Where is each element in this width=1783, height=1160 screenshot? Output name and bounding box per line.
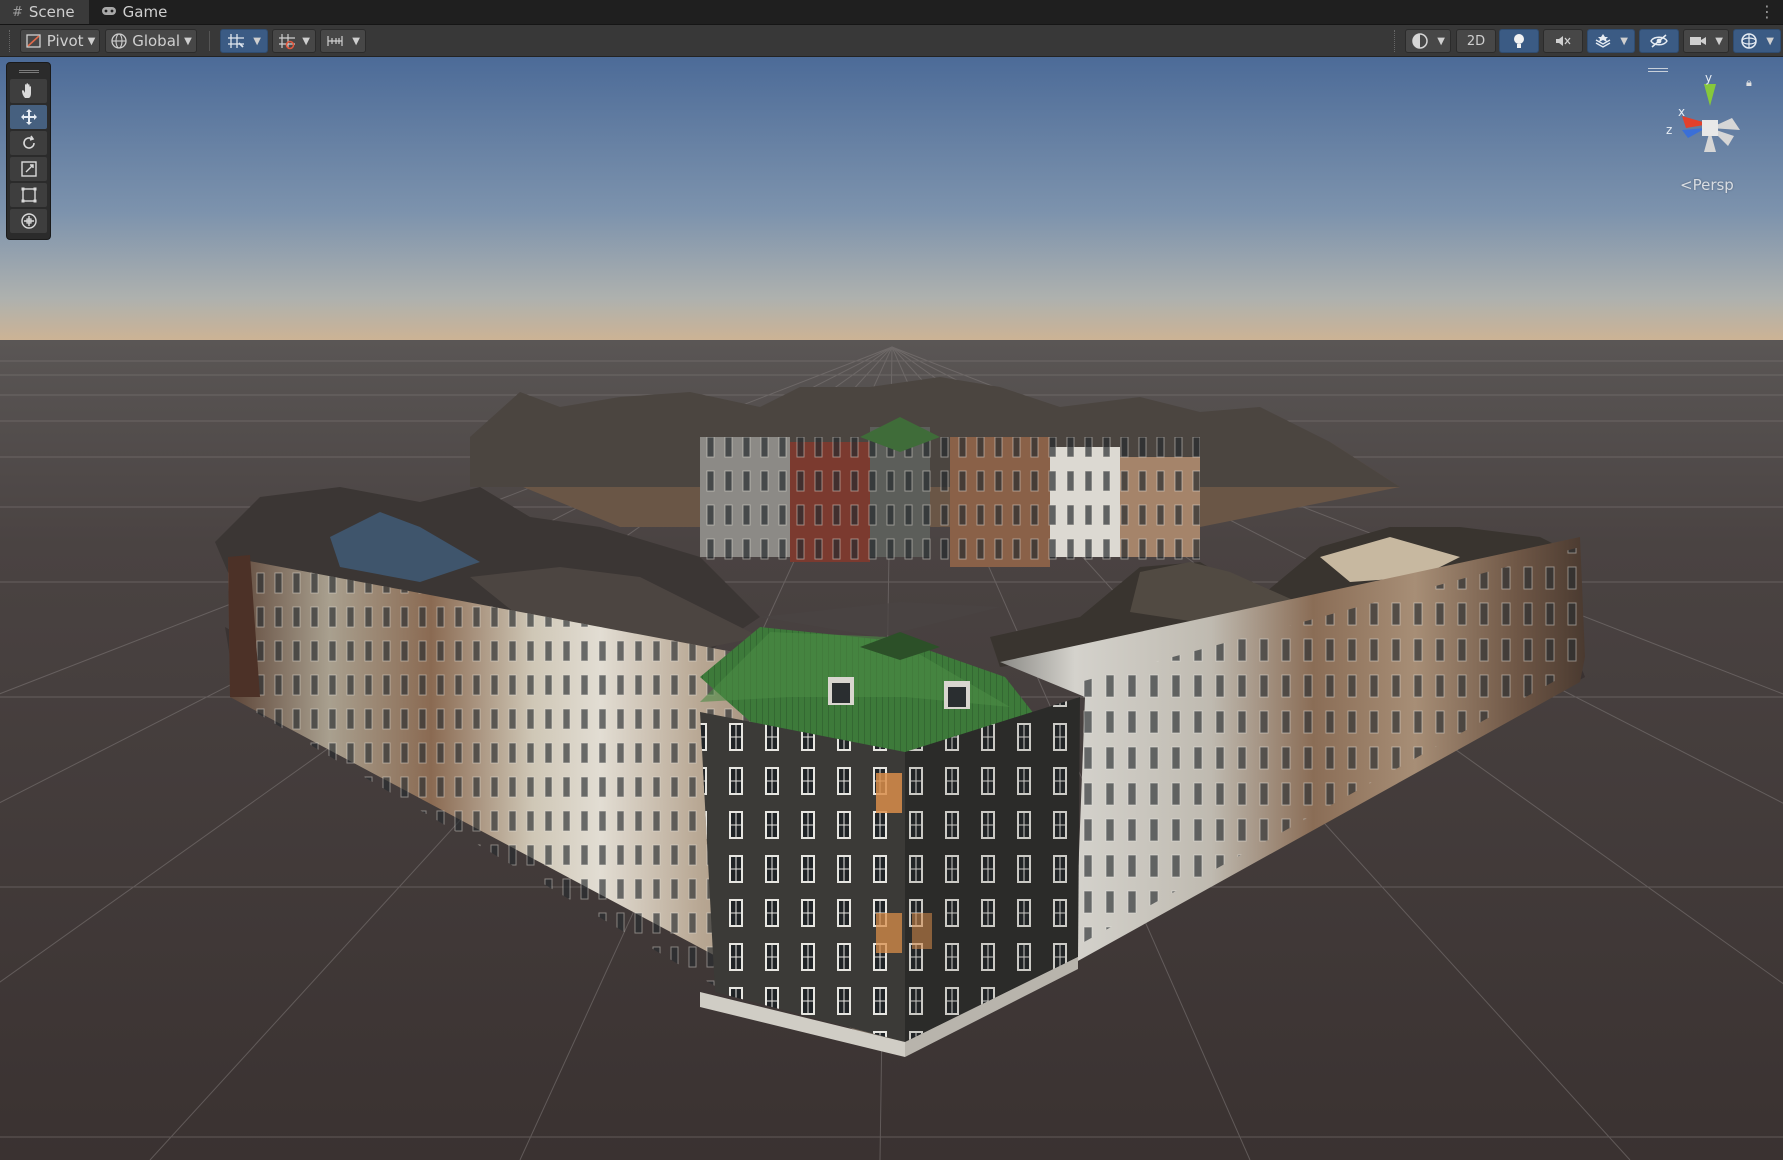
gizmo-center-cube[interactable] bbox=[1702, 120, 1718, 136]
transform-tool[interactable] bbox=[10, 209, 47, 233]
2d-mode-toggle[interactable]: 2D bbox=[1456, 29, 1496, 53]
move-tool[interactable] bbox=[10, 105, 47, 129]
lighting-toggle[interactable] bbox=[1499, 29, 1539, 53]
pivot-label: Pivot bbox=[46, 32, 84, 50]
effects-dropdown[interactable]: ▼ bbox=[1587, 29, 1635, 53]
global-dropdown[interactable]: Global ▼ bbox=[105, 29, 197, 53]
grid-ruler-icon bbox=[327, 36, 343, 46]
hash-icon: # bbox=[12, 4, 23, 20]
projection-toggle[interactable]: <Persp bbox=[1680, 176, 1734, 194]
transform-icon bbox=[20, 213, 37, 229]
speaker-muted-icon bbox=[1556, 36, 1571, 46]
rect-tool[interactable] bbox=[10, 183, 47, 207]
gizmos-dropdown[interactable]: ▼ bbox=[1733, 29, 1781, 53]
audio-toggle[interactable] bbox=[1543, 29, 1583, 53]
more-options-icon[interactable]: ⋮ bbox=[1759, 2, 1775, 21]
increment-snap-toggle[interactable]: ▼ bbox=[272, 29, 316, 53]
tab-bar: # Scene Game ⋮ bbox=[0, 0, 1783, 25]
scene-render bbox=[0, 57, 1783, 1160]
chevron-down-icon[interactable]: ▼ bbox=[253, 36, 261, 47]
pivot-dropdown[interactable]: Pivot ▼ bbox=[20, 29, 100, 53]
hidden-eye-icon bbox=[1650, 34, 1668, 48]
projection-label: Persp bbox=[1692, 176, 1734, 194]
hand-icon bbox=[21, 83, 31, 98]
hand-tool[interactable] bbox=[10, 79, 47, 103]
scale-tool[interactable] bbox=[10, 157, 47, 181]
globe-icon bbox=[111, 33, 127, 49]
gizmo-z-label: z bbox=[1666, 123, 1672, 137]
tab-scene[interactable]: # Scene bbox=[0, 0, 89, 24]
gamepad-icon bbox=[101, 5, 117, 20]
chevron-down-icon[interactable]: ▼ bbox=[1715, 36, 1723, 47]
palette-drag-handle[interactable] bbox=[18, 70, 39, 73]
grid-snapping-toggle[interactable]: ▼ bbox=[220, 29, 268, 53]
gizmo-y-axis-cone[interactable] bbox=[1704, 84, 1716, 106]
increment-snap-icon bbox=[279, 34, 295, 50]
toolbar-separator bbox=[209, 31, 210, 51]
tab-game[interactable]: Game bbox=[89, 0, 182, 24]
grid-visibility-toggle[interactable]: ▼ bbox=[320, 29, 366, 53]
scene-camera-dropdown[interactable]: ▼ bbox=[1683, 29, 1729, 53]
scene-toolbar: Pivot ▼ Global ▼ ▼ ▼ ▼ ▼ 2D ▼ ▼ ▼ bbox=[0, 25, 1783, 57]
chevron-down-icon: ▼ bbox=[1437, 35, 1445, 47]
chevron-down-icon: ▼ bbox=[184, 35, 192, 47]
scale-icon bbox=[20, 161, 37, 177]
pivot-icon bbox=[26, 34, 41, 48]
lightbulb-icon bbox=[1514, 34, 1524, 48]
chevron-down-icon: ▼ bbox=[87, 35, 96, 47]
camera-icon bbox=[1690, 37, 1706, 45]
rect-icon bbox=[21, 187, 36, 203]
chevron-down-icon[interactable]: ▼ bbox=[352, 36, 360, 47]
move-icon bbox=[20, 109, 37, 125]
rotate-tool[interactable] bbox=[10, 131, 47, 155]
grid-snap-icon bbox=[228, 34, 244, 48]
tab-game-label: Game bbox=[122, 3, 168, 21]
toolbar-grip[interactable] bbox=[9, 30, 11, 52]
perspective-icon: < bbox=[1680, 176, 1693, 194]
rotate-icon bbox=[22, 135, 35, 149]
global-label: Global bbox=[132, 32, 181, 50]
chevron-down-icon[interactable]: ▼ bbox=[302, 36, 310, 47]
toolbar-grip[interactable] bbox=[1394, 30, 1396, 52]
tool-palette bbox=[6, 62, 51, 240]
2d-label: 2D bbox=[1466, 33, 1486, 49]
chevron-down-icon[interactable]: ▼ bbox=[1766, 36, 1774, 47]
shading-sphere-icon bbox=[1412, 33, 1428, 49]
gizmo-y-label: y bbox=[1705, 71, 1712, 85]
lock-icon[interactable]: 🔒︎ bbox=[1746, 76, 1752, 90]
gizmo-globe-icon bbox=[1741, 33, 1757, 49]
gizmo-x-label: x bbox=[1678, 105, 1685, 119]
shading-mode-dropdown[interactable]: ▼ bbox=[1405, 29, 1451, 53]
layers-effects-icon bbox=[1595, 34, 1611, 48]
scene-visibility-toggle[interactable] bbox=[1639, 29, 1679, 53]
tab-scene-label: Scene bbox=[28, 3, 75, 21]
scene-viewport[interactable] bbox=[0, 57, 1783, 1160]
chevron-down-icon[interactable]: ▼ bbox=[1620, 36, 1628, 47]
